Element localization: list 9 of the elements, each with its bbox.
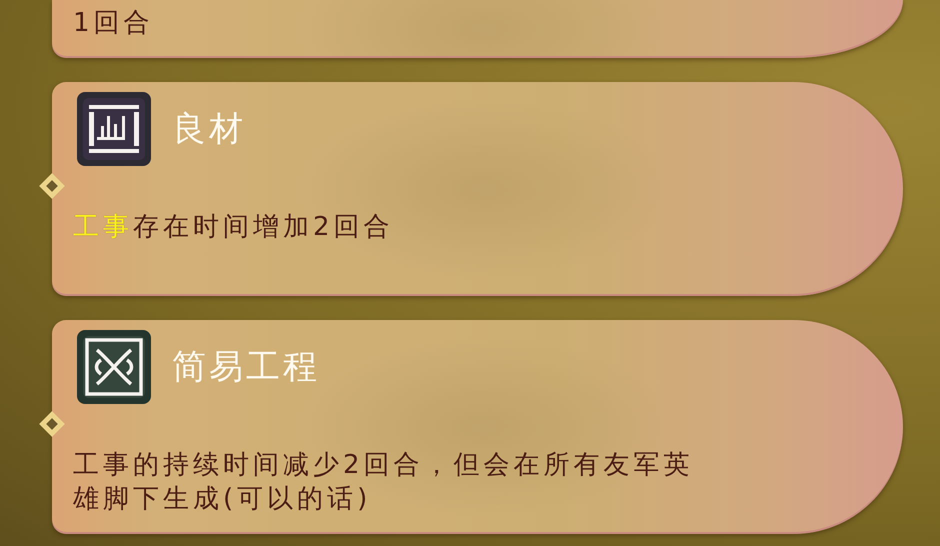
skill-title: 良材 [172,108,246,151]
rune-icon [77,330,151,404]
diamond-icon [38,172,66,200]
skill-description: 工事的持续时间减少2回合，但会在所有友军英雄脚下生成(可以的话) [73,449,695,516]
skill-description: 1回合 [73,7,155,40]
diamond-icon [38,410,66,438]
skill-title: 简易工程 [172,346,320,389]
rune-icon [77,92,151,166]
skill-description: 工事存在时间增加2回合 [73,211,395,244]
